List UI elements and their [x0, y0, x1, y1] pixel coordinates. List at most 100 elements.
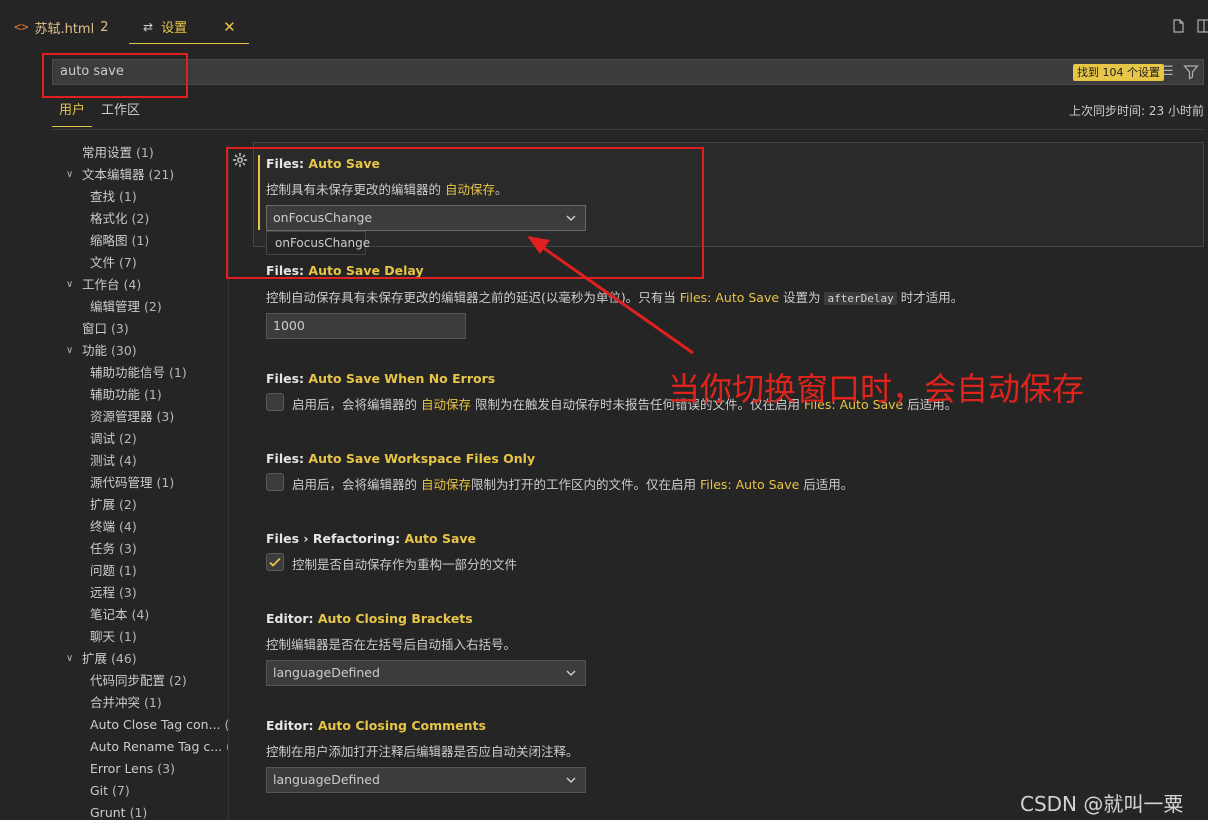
toc-item[interactable]: 终端 (4) — [0, 516, 228, 538]
toc-item[interactable]: 文件 (7) — [0, 252, 228, 274]
toc-item-count: (2) — [119, 431, 137, 446]
toc-item-text: 终端 (4) — [90, 516, 137, 538]
toc-item-text: 编辑管理 (2) — [90, 296, 162, 318]
tab-user-settings[interactable]: 用户 — [52, 101, 92, 127]
toc-item-label: 代码同步配置 — [90, 673, 166, 688]
split-editor-icon[interactable] — [1196, 18, 1208, 34]
toc-item-count: (2) — [169, 673, 187, 688]
tab-workspace-settings[interactable]: 工作区 — [101, 101, 140, 121]
toc-item-text: 扩展 (46) — [82, 648, 137, 670]
toc-item-label: 资源管理器 — [90, 409, 153, 424]
toc-item[interactable]: 常用设置 (1) — [0, 142, 228, 164]
toc-item-label: 工作台 — [82, 277, 120, 292]
settings-tab-icon: ⇄ — [143, 19, 154, 34]
tab-html-file[interactable]: <> 苏轼.html 2 — [14, 10, 124, 44]
select-value: languageDefined — [273, 665, 380, 680]
setting-title-when-no-errors: Files: Auto Save When No Errors — [266, 371, 495, 386]
setting-name: Auto Save When No Errors — [308, 371, 496, 386]
toc-item[interactable]: 代码同步配置 (2) — [0, 670, 228, 692]
setting-name: Auto Save Workspace Files Only — [308, 451, 536, 466]
toc-item-count: (1) — [119, 629, 137, 644]
setting-category: Files › Refactoring: — [266, 531, 405, 546]
toc-item-label: 任务 — [90, 541, 116, 556]
tab-label: 设置 — [161, 21, 188, 36]
toc-item[interactable]: 测试 (4) — [0, 450, 228, 472]
chevron-down-icon[interactable]: ∨ — [66, 164, 78, 186]
toc-item[interactable]: Auto Rename Tag c... (1) — [0, 736, 228, 758]
settings-search-input[interactable] — [52, 59, 1204, 85]
toc-item[interactable]: 问题 (1) — [0, 560, 228, 582]
auto-closing-comments-select[interactable]: languageDefined — [266, 767, 586, 793]
toc-item-label: 缩略图 — [90, 233, 128, 248]
toc-item-label: 源代码管理 — [90, 475, 153, 490]
toc-item[interactable]: 聊天 (1) — [0, 626, 228, 648]
toc-item[interactable]: 笔记本 (4) — [0, 604, 228, 626]
chevron-down-icon[interactable]: ∨ — [66, 648, 78, 670]
filter-icon[interactable] — [1183, 64, 1199, 80]
chevron-down-icon[interactable]: ∨ — [66, 340, 78, 362]
toc-item[interactable]: 远程 (3) — [0, 582, 228, 604]
toc-item[interactable]: ∨ 文本编辑器 (21) — [0, 164, 228, 186]
toc-item[interactable]: Grunt (1) — [0, 802, 228, 820]
toc-item-count: (1) — [119, 189, 137, 204]
toc-item-text: 格式化 (2) — [90, 208, 149, 230]
toc-item[interactable]: 源代码管理 (1) — [0, 472, 228, 494]
setting-category: Editor: — [266, 611, 318, 626]
toc-item[interactable]: ∨ 扩展 (46) — [0, 648, 228, 670]
toc-item-label: 常用设置 — [82, 145, 133, 160]
toc-item-text: 窗口 (3) — [82, 318, 129, 340]
toc-item-label: 扩展 — [82, 651, 108, 666]
settings-toc: 常用设置 (1) ∨ 文本编辑器 (21) 查找 (1) 格式化 (2) 缩略图 (1) 文… — [0, 142, 228, 820]
auto-closing-brackets-select[interactable]: languageDefined — [266, 660, 586, 686]
setting-name: Auto Closing Brackets — [317, 611, 473, 626]
toc-item[interactable]: 查找 (1) — [0, 186, 228, 208]
annotation-highlight-box — [42, 53, 188, 98]
toc-item-label: 聊天 — [90, 629, 116, 644]
toc-item-count: (4) — [119, 519, 137, 534]
toc-item[interactable]: 任务 (3) — [0, 538, 228, 560]
toc-item-count: (2) — [119, 497, 137, 512]
setting-title-workspace-files-only: Files: Auto Save Workspace Files Only — [266, 451, 535, 466]
toc-item[interactable]: ∨ 工作台 (4) — [0, 274, 228, 296]
code-value: afterDelay — [824, 292, 897, 305]
toc-item[interactable]: 合并冲突 (1) — [0, 692, 228, 714]
tab-label: 苏轼.html — [34, 21, 95, 37]
toc-item[interactable]: ∨ 功能 (30) — [0, 340, 228, 362]
toc-item[interactable]: 编辑管理 (2) — [0, 296, 228, 318]
when-no-errors-checkbox[interactable] — [266, 393, 284, 411]
tab-settings[interactable]: ⇄ 设置 ✕ — [129, 10, 249, 44]
toc-item-label: 问题 — [90, 563, 116, 578]
toc-item[interactable]: 扩展 (2) — [0, 494, 228, 516]
setting-category: Files: — [266, 371, 309, 386]
toc-item[interactable]: 辅助功能 (1) — [0, 384, 228, 406]
toc-item[interactable]: 辅助功能信号 (1) — [0, 362, 228, 384]
toc-item[interactable]: 格式化 (2) — [0, 208, 228, 230]
auto-save-delay-input[interactable]: 1000 — [266, 313, 466, 339]
clear-filter-icon[interactable]: ☰ — [1162, 64, 1174, 79]
toc-item[interactable]: Auto Close Tag con... (8) — [0, 714, 228, 736]
toc-item-count: (3) — [156, 409, 175, 424]
annotation-text: 当你切换窗口时，会自动保存 — [668, 370, 1085, 408]
toc-item[interactable]: 窗口 (3) — [0, 318, 228, 340]
desc-text: 设置为 — [779, 290, 825, 305]
toc-item[interactable]: Error Lens (3) — [0, 758, 228, 780]
chevron-down-icon[interactable]: ∨ — [66, 274, 78, 296]
toc-item-count: (3) — [157, 761, 176, 776]
workspace-only-checkbox[interactable] — [266, 473, 284, 491]
toc-item-text: Auto Close Tag con... (8) — [90, 714, 228, 736]
toc-item[interactable]: 调试 (2) — [0, 428, 228, 450]
divider — [52, 129, 1204, 130]
toc-item[interactable]: 资源管理器 (3) — [0, 406, 228, 428]
toc-item[interactable]: Git (7) — [0, 780, 228, 802]
toc-item-label: 格式化 — [90, 211, 128, 226]
toc-item-count: (7) — [119, 255, 137, 270]
toc-item-text: 缩略图 (1) — [90, 230, 149, 252]
open-settings-json-icon[interactable] — [1170, 18, 1186, 34]
close-icon[interactable]: ✕ — [223, 18, 236, 36]
refactoring-checkbox[interactable] — [266, 553, 284, 571]
setting-title-auto-closing-comments: Editor: Auto Closing Comments — [266, 718, 486, 733]
toc-item[interactable]: 缩略图 (1) — [0, 230, 228, 252]
setting-name: Auto Closing Comments — [317, 718, 486, 733]
toc-item-count: (4) — [123, 277, 142, 292]
setting-title-auto-closing-brackets: Editor: Auto Closing Brackets — [266, 611, 473, 626]
